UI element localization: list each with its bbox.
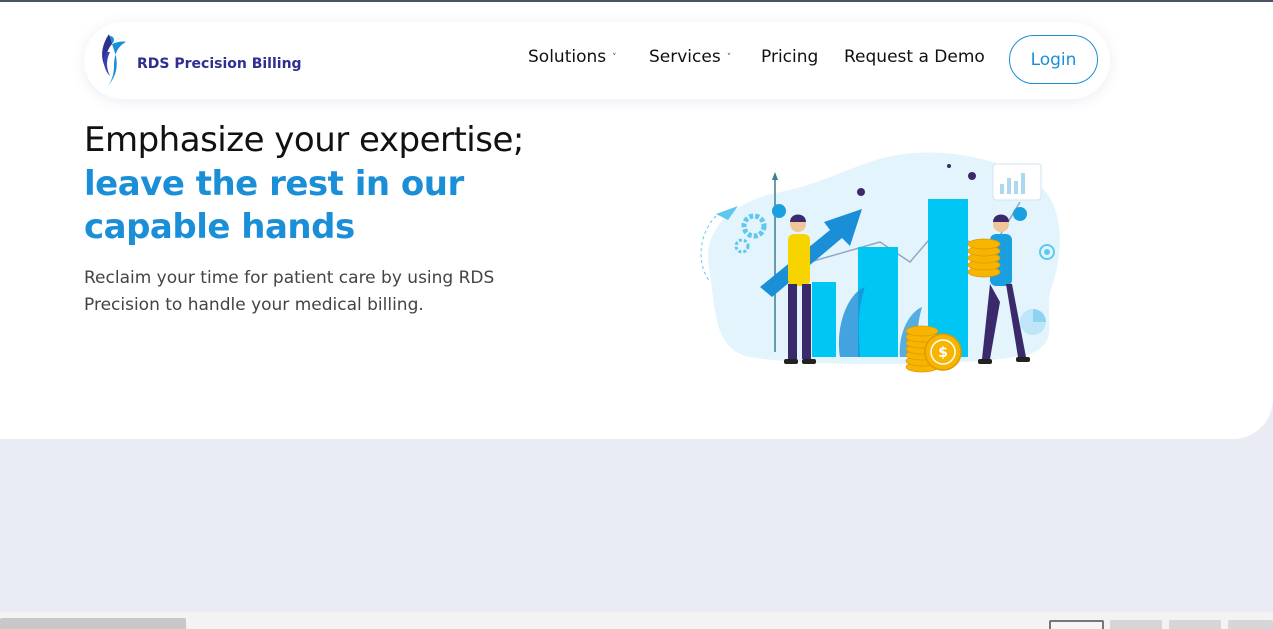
hero-subtitle: Reclaim your time for patient care by us… — [84, 268, 495, 315]
hero-section: RDS Precision Billing Solutions ˅ Service… — [0, 2, 1273, 439]
nav-item-solutions[interactable]: Solutions ˅ — [528, 47, 617, 67]
chevron-down-icon: ˅ — [612, 53, 617, 63]
hero-title-line-1: Emphasize your expertise; — [84, 120, 524, 160]
thumbnail-2[interactable] — [1110, 620, 1162, 629]
thumbnail-1[interactable] — [1049, 620, 1104, 629]
nav-item-services[interactable]: Services ˅ — [649, 47, 731, 67]
growth-chart-coins-illustration: $ — [700, 152, 1060, 373]
brand-logo[interactable]: RDS Precision Billing — [96, 30, 302, 90]
hero-title-line-2: leave the rest in our capable hands — [84, 164, 464, 247]
chevron-down-icon: ˅ — [726, 53, 732, 63]
nav-label: Solutions — [528, 47, 607, 67]
navbar: RDS Precision Billing Solutions ˅ Service… — [84, 22, 1110, 99]
thumbnail-3[interactable] — [1169, 620, 1221, 629]
nav-label: Request a Demo — [844, 47, 985, 67]
login-button[interactable]: Login — [1009, 35, 1098, 84]
nav-item-request-demo[interactable]: Request a Demo — [844, 47, 985, 67]
thumbnail-4[interactable] — [1228, 620, 1273, 629]
nav-item-pricing[interactable]: Pricing — [761, 47, 818, 67]
svg-text:$: $ — [938, 345, 948, 361]
horizontal-scrollbar-thumb[interactable] — [0, 618, 186, 629]
nav-label: Services — [649, 47, 721, 67]
nav-label: Pricing — [761, 47, 819, 67]
logo-figure-icon — [102, 34, 126, 86]
brand-name: RDS Precision Billing — [137, 56, 302, 72]
